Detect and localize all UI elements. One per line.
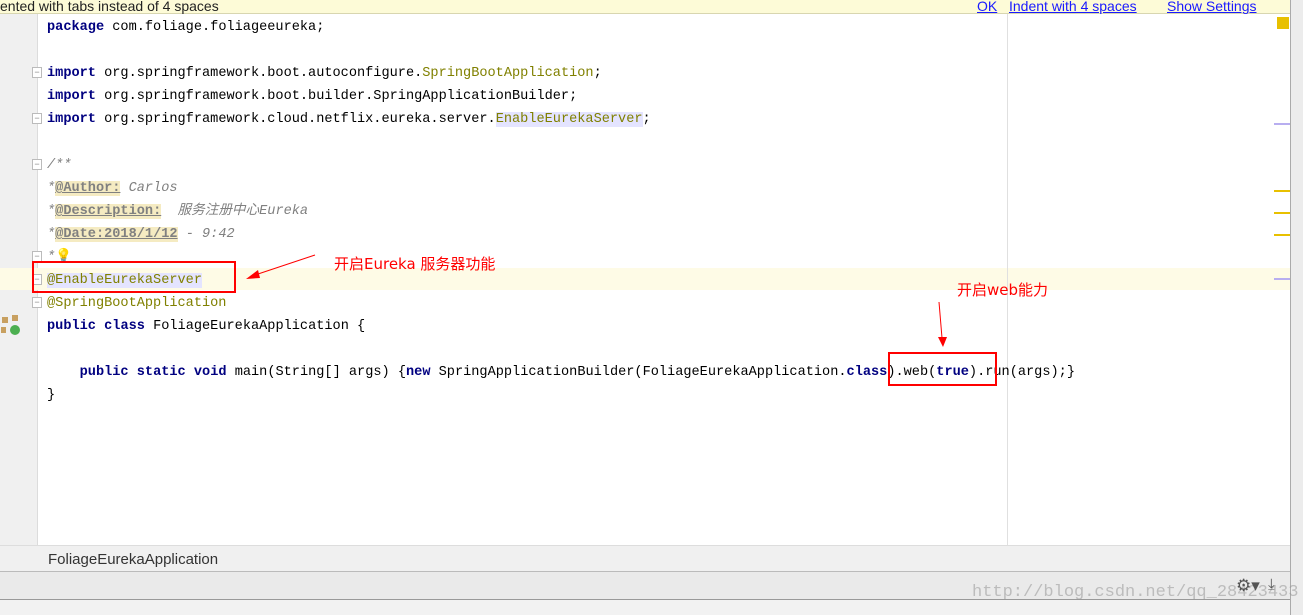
right-tool-window-strip[interactable] [1290, 0, 1303, 615]
warning-indicator-icon[interactable] [1277, 17, 1289, 29]
eureka-server-note: 开启Eureka 服务器功能 [334, 255, 496, 273]
scroll-marker[interactable] [1274, 212, 1290, 214]
gear-icon[interactable]: ⚙▾ [1236, 576, 1260, 596]
download-icon[interactable]: ⤓ [1268, 576, 1275, 593]
scroll-marker[interactable] [1274, 190, 1290, 192]
scroll-marker[interactable] [1274, 123, 1290, 125]
scroll-marker[interactable] [1274, 278, 1290, 280]
scroll-marker[interactable] [1274, 234, 1290, 236]
breadcrumb-item[interactable]: FoliageEurekaApplication [48, 551, 218, 568]
bottom-bar [0, 600, 1290, 615]
breadcrumb[interactable]: FoliageEurekaApplication [0, 545, 1290, 572]
web-capability-note: 开启web能力 [957, 281, 1049, 299]
annotation-arrows [246, 254, 947, 347]
